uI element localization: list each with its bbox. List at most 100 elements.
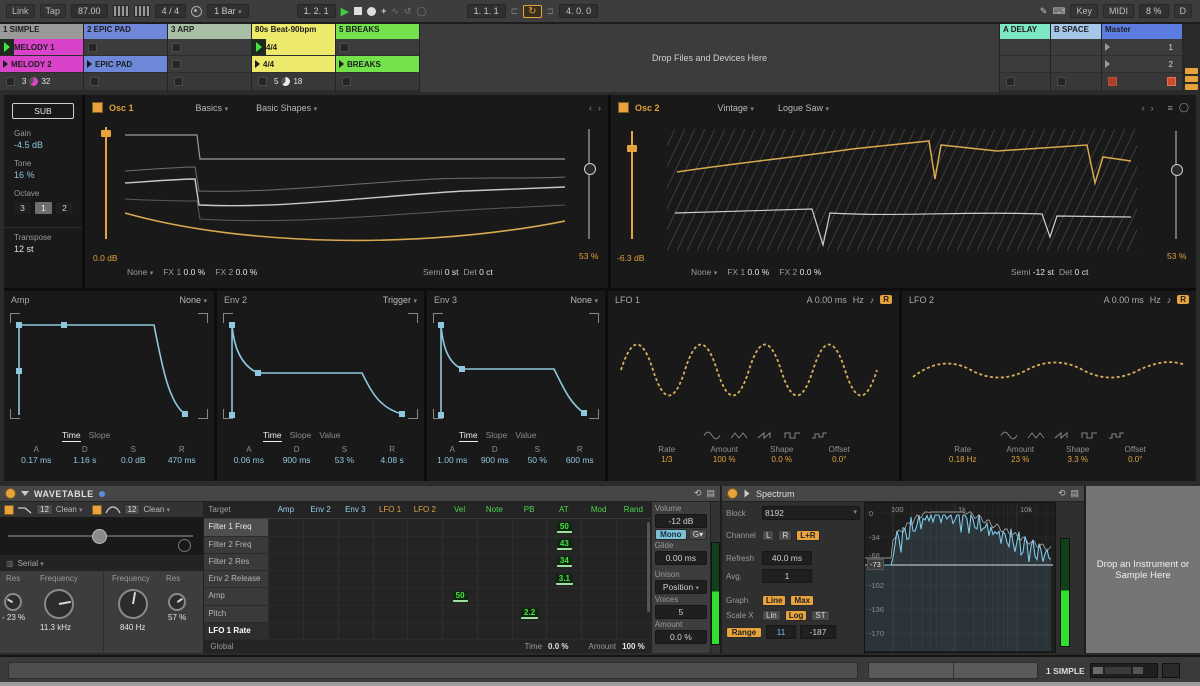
matrix-cell[interactable]: 50 — [442, 588, 477, 605]
lfo1-shape[interactable]: 0.0 % — [753, 455, 811, 464]
lfo-square-icon[interactable] — [784, 431, 802, 440]
matrix-scrollbar[interactable] — [647, 522, 650, 612]
clip-slot[interactable] — [336, 39, 419, 56]
env3-tab-value[interactable]: Value — [515, 430, 536, 442]
matrix-cell[interactable] — [373, 606, 408, 623]
range-high-value[interactable]: 11 — [766, 625, 796, 639]
clip-launch-icon[interactable] — [3, 60, 8, 68]
clip-launch-icon[interactable] — [87, 60, 92, 68]
clip-slot[interactable] — [84, 39, 167, 56]
matrix-cell[interactable] — [512, 537, 547, 554]
osc2-gain-slider[interactable] — [631, 131, 633, 239]
matrix-cell[interactable] — [512, 571, 547, 588]
matrix-cell[interactable] — [477, 537, 512, 554]
scale-log-button[interactable]: Log — [785, 610, 808, 621]
spectrum-device-header[interactable]: Spectrum ⟲ ▤ — [722, 486, 1084, 502]
osc2-position-slider[interactable] — [1175, 131, 1177, 239]
capture-midi-icon[interactable]: ◯ — [416, 6, 426, 17]
matrix-cell[interactable] — [373, 554, 408, 571]
filter-morph-handle[interactable] — [92, 529, 107, 544]
osc1-fx1[interactable]: FX 1 0.0 % — [163, 267, 205, 277]
clip-slot[interactable]: 4/4 — [252, 56, 335, 73]
osc2-prev-table-icon[interactable]: ‹ — [1142, 103, 1145, 113]
tap-tempo-button[interactable]: Tap — [40, 4, 67, 18]
matrix-cell[interactable] — [373, 571, 408, 588]
matrix-amount-chip[interactable]: 50 — [453, 591, 468, 602]
automation-arm-icon[interactable]: ∿ — [391, 6, 399, 17]
lfo2-amount[interactable]: 23 % — [992, 455, 1050, 464]
matrix-cell[interactable] — [338, 606, 373, 623]
osc1-fx2[interactable]: FX 2 0.0 % — [215, 267, 257, 277]
lfo-sine-icon[interactable] — [1000, 431, 1018, 440]
status-segment-box[interactable] — [868, 662, 1038, 679]
matrix-cell[interactable] — [338, 537, 373, 554]
matrix-column-header[interactable]: Note — [477, 502, 512, 519]
matrix-cell[interactable] — [616, 606, 651, 623]
matrix-cell[interactable] — [616, 588, 651, 605]
matrix-cell[interactable] — [303, 588, 338, 605]
osc1-category-menu[interactable]: Basics ▾ — [196, 103, 229, 113]
matrix-row-label[interactable]: Filter 2 Freq — [204, 537, 268, 554]
lfo-square-icon[interactable] — [1081, 431, 1099, 440]
glide-mode-menu[interactable]: G▾ — [689, 529, 707, 540]
osc1-prev-table-icon[interactable]: ‹ — [589, 103, 592, 113]
clip-stop-button[interactable] — [1057, 77, 1066, 86]
matrix-cell[interactable] — [616, 623, 651, 640]
matrix-cell[interactable] — [477, 623, 512, 640]
matrix-cell[interactable] — [616, 537, 651, 554]
matrix-cell[interactable] — [407, 623, 442, 640]
link-button[interactable]: Link — [6, 4, 35, 18]
amp-sustain[interactable]: 0.0 dB — [109, 455, 158, 465]
amp-tab-time[interactable]: Time — [62, 430, 81, 442]
graph-line-button[interactable]: Line — [762, 595, 786, 606]
matrix-column-header[interactable]: Mod — [581, 502, 616, 519]
graph-max-button[interactable]: Max — [790, 595, 814, 606]
tempo-field[interactable]: 87.00 — [71, 4, 108, 18]
matrix-cell[interactable] — [581, 606, 616, 623]
matrix-cell[interactable] — [268, 623, 303, 640]
channel-l-button[interactable]: L — [762, 530, 774, 541]
lfo2-offset[interactable]: 0.0° — [1107, 455, 1165, 464]
filter1-circuit-menu[interactable]: Clean ▾ — [56, 505, 83, 514]
matrix-cell[interactable] — [581, 571, 616, 588]
matrix-cell[interactable] — [477, 606, 512, 623]
session-drop-area[interactable]: Drop Files and Devices Here — [420, 24, 1000, 92]
sub-octave-button[interactable]: 2 — [55, 201, 74, 215]
lfo-sine-icon[interactable] — [703, 431, 721, 440]
lfo-random-icon[interactable] — [1108, 431, 1126, 440]
osc2-gain-value[interactable]: -6.3 dB — [617, 253, 644, 263]
arrangement-position-field[interactable]: 1. 2. 1 — [297, 4, 336, 18]
amp-release[interactable]: 470 ms — [158, 455, 207, 465]
matrix-cell[interactable] — [268, 606, 303, 623]
matrix-cell[interactable] — [546, 623, 581, 640]
matrix-row-label[interactable]: Filter 1 Freq — [204, 519, 268, 536]
wavetable-3d-view-icon[interactable]: ◯ — [1179, 102, 1189, 113]
osc1-semi[interactable]: Semi 0 st — [423, 267, 458, 277]
clip-play-icon[interactable] — [0, 39, 14, 55]
lfo1-amount[interactable]: 100 % — [696, 455, 754, 464]
loop-start-field[interactable]: 1. 1. 1 — [467, 4, 506, 18]
clip-stop-button[interactable] — [258, 77, 267, 86]
bandpass-icon[interactable] — [105, 505, 121, 514]
clip-slot[interactable] — [1000, 39, 1050, 56]
matrix-cell[interactable] — [338, 571, 373, 588]
matrix-cell[interactable] — [512, 554, 547, 571]
transpose-value[interactable]: 12 st — [14, 244, 82, 254]
scene-launch-icon[interactable] — [1105, 43, 1110, 51]
track-header[interactable]: 2 EPIC PAD — [84, 24, 167, 39]
matrix-cell[interactable] — [616, 571, 651, 588]
device-drop-zone[interactable]: Drop an Instrument or Sample Here — [1084, 486, 1200, 653]
clip-slot[interactable] — [168, 39, 251, 56]
matrix-cell[interactable] — [407, 554, 442, 571]
matrix-cell[interactable] — [477, 519, 512, 536]
matrix-amount-chip[interactable]: 2.2 — [521, 608, 538, 619]
env2-tab-time[interactable]: Time — [263, 430, 282, 442]
block-menu[interactable]: 8192▾ — [762, 506, 860, 520]
matrix-cell[interactable] — [268, 554, 303, 571]
filter2-res-knob[interactable] — [168, 593, 186, 611]
clip-play-icon[interactable] — [252, 39, 266, 55]
matrix-cell[interactable] — [373, 519, 408, 536]
track-header[interactable]: 5 BREAKS — [336, 24, 419, 39]
sub-octave-button[interactable]: 3 — [13, 201, 32, 215]
lowpass-icon[interactable] — [17, 505, 33, 514]
